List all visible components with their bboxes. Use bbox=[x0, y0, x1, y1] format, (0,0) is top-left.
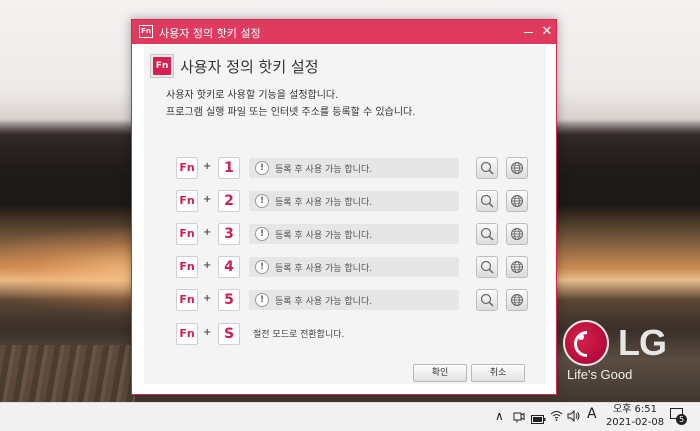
input-method-indicator[interactable]: A bbox=[587, 406, 597, 422]
s-key: S bbox=[218, 323, 240, 345]
info-icon: ! bbox=[255, 161, 269, 175]
wifi-icon[interactable] bbox=[550, 410, 563, 424]
browse-program-button-3[interactable] bbox=[476, 223, 498, 245]
close-button[interactable]: ✕ bbox=[537, 22, 557, 42]
search-icon bbox=[480, 293, 494, 307]
hotkey-row-5: Fn + 5 ! 등록 후 사용 가능 합니다. bbox=[176, 289, 536, 311]
settings-panel: Fn 사용자 정의 핫키 설정 사용자 핫키로 사용할 기능을 설정합니다. 프… bbox=[144, 46, 546, 384]
search-icon bbox=[480, 161, 494, 175]
lg-logo: LG Life's Good bbox=[563, 318, 693, 388]
lg-wordmark: LG bbox=[618, 322, 667, 363]
hotkey-field-5[interactable]: ! 등록 후 사용 가능 합니다. bbox=[249, 290, 459, 310]
sleep-hotkey-row: Fn + S 절전 모드로 전환합니다. bbox=[176, 323, 536, 345]
ok-button[interactable]: 확인 bbox=[413, 364, 467, 382]
hotkey-row-4: Fn + 4 ! 등록 후 사용 가능 합니다. bbox=[176, 256, 536, 278]
header-fn-icon: Fn bbox=[150, 54, 174, 78]
register-url-button-4[interactable] bbox=[506, 256, 528, 278]
title-bar[interactable]: Fn 사용자 정의 핫키 설정 ✕ bbox=[132, 20, 556, 44]
search-icon bbox=[480, 194, 494, 208]
clock-time: 오후 6:51 bbox=[612, 404, 658, 415]
number-key-1: 1 bbox=[218, 157, 240, 179]
globe-icon bbox=[511, 228, 523, 240]
globe-icon bbox=[511, 162, 523, 174]
volume-icon[interactable] bbox=[567, 409, 581, 425]
hotkey-field-2[interactable]: ! 등록 후 사용 가능 합니다. bbox=[249, 191, 459, 211]
field-placeholder: 등록 후 사용 가능 합니다. bbox=[275, 264, 373, 274]
fn-key: Fn bbox=[176, 323, 198, 345]
notification-count-badge: 5 bbox=[676, 414, 687, 425]
cancel-button[interactable]: 취소 bbox=[471, 364, 525, 382]
fn-key: Fn bbox=[176, 256, 198, 278]
number-key-5: 5 bbox=[218, 289, 240, 311]
show-hidden-icons-button[interactable]: ∧ bbox=[495, 409, 504, 423]
search-icon bbox=[480, 227, 494, 241]
fn-key: Fn bbox=[176, 190, 198, 212]
register-url-button-2[interactable] bbox=[506, 190, 528, 212]
number-key-4: 4 bbox=[218, 256, 240, 278]
globe-icon bbox=[511, 261, 523, 273]
lg-face-icon bbox=[563, 320, 609, 366]
register-url-button-1[interactable] bbox=[506, 157, 528, 179]
minimize-button[interactable] bbox=[518, 22, 538, 42]
search-icon bbox=[480, 260, 494, 274]
field-placeholder: 등록 후 사용 가능 합니다. bbox=[275, 198, 373, 208]
fn-key: Fn bbox=[176, 223, 198, 245]
browse-program-button-5[interactable] bbox=[476, 289, 498, 311]
globe-icon bbox=[511, 294, 523, 306]
wooden-dock bbox=[0, 345, 135, 402]
plus-sign: + bbox=[203, 260, 212, 271]
globe-icon bbox=[511, 195, 523, 207]
info-icon: ! bbox=[255, 227, 269, 241]
info-icon: ! bbox=[255, 293, 269, 307]
plus-sign: + bbox=[203, 293, 212, 304]
taskbar-clock[interactable]: 오후 6:51 2021-02-08 bbox=[605, 403, 665, 429]
description-line-1: 사용자 핫키로 사용할 기능을 설정합니다. bbox=[166, 90, 339, 101]
browse-program-button-1[interactable] bbox=[476, 157, 498, 179]
browse-program-button-4[interactable] bbox=[476, 256, 498, 278]
minimize-icon bbox=[523, 32, 533, 33]
fn-key: Fn bbox=[176, 157, 198, 179]
hotkey-row-2: Fn + 2 ! 등록 후 사용 가능 합니다. bbox=[176, 190, 536, 212]
plus-sign: + bbox=[203, 161, 212, 172]
field-placeholder: 등록 후 사용 가능 합니다. bbox=[275, 231, 373, 241]
battery-icon[interactable] bbox=[531, 413, 546, 427]
info-icon: ! bbox=[255, 260, 269, 274]
plus-sign: + bbox=[203, 327, 212, 338]
register-url-button-5[interactable] bbox=[506, 289, 528, 311]
description-line-2: 프로그램 실행 파일 또는 인터넷 주소를 등록할 수 있습니다. bbox=[166, 107, 416, 118]
info-icon: ! bbox=[255, 194, 269, 208]
window-title: 사용자 정의 핫키 설정 bbox=[159, 27, 261, 40]
taskbar: ∧ A 오후 6:51 2021-02-08 5 bbox=[0, 402, 700, 431]
number-key-2: 2 bbox=[218, 190, 240, 212]
hotkey-row-1: Fn + 1 ! 등록 후 사용 가능 합니다. bbox=[176, 157, 536, 179]
notification-center-button[interactable]: 5 bbox=[670, 408, 687, 425]
lg-slogan: Life's Good bbox=[567, 367, 633, 382]
fn-key: Fn bbox=[176, 289, 198, 311]
hotkey-field-3[interactable]: ! 등록 후 사용 가능 합니다. bbox=[249, 224, 459, 244]
hotkey-settings-window: Fn 사용자 정의 핫키 설정 ✕ Fn 사용자 정의 핫키 설정 사용자 핫키… bbox=[131, 19, 557, 395]
page-title: 사용자 정의 핫키 설정 bbox=[180, 58, 319, 76]
field-placeholder: 등록 후 사용 가능 합니다. bbox=[275, 297, 373, 307]
plus-sign: + bbox=[203, 227, 212, 238]
clock-date: 2021-02-08 bbox=[605, 417, 665, 428]
hotkey-field-1[interactable]: ! 등록 후 사용 가능 합니다. bbox=[249, 158, 459, 178]
browse-program-button-2[interactable] bbox=[476, 190, 498, 212]
hotkey-field-4[interactable]: ! 등록 후 사용 가능 합니다. bbox=[249, 257, 459, 277]
sleep-mode-description: 절전 모드로 전환합니다. bbox=[253, 330, 345, 340]
camera-icon[interactable] bbox=[513, 411, 525, 426]
fn-app-icon: Fn bbox=[139, 25, 153, 38]
hotkey-row-3: Fn + 3 ! 등록 후 사용 가능 합니다. bbox=[176, 223, 536, 245]
plus-sign: + bbox=[203, 194, 212, 205]
number-key-3: 3 bbox=[218, 223, 240, 245]
field-placeholder: 등록 후 사용 가능 합니다. bbox=[275, 165, 373, 175]
register-url-button-3[interactable] bbox=[506, 223, 528, 245]
